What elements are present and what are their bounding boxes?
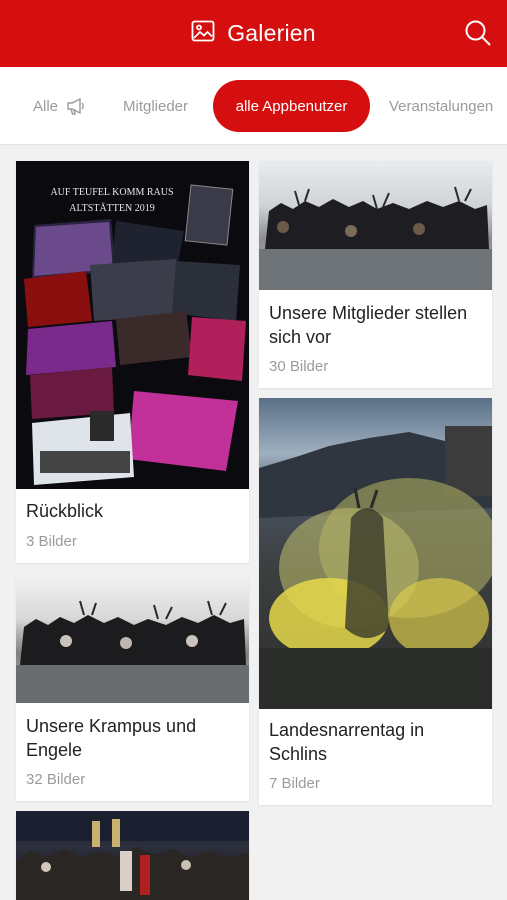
gallery-card[interactable]: Landesnarrentag in Schlins 7 Bilder <box>259 398 492 805</box>
gallery-title: Rückblick <box>26 501 104 521</box>
app-header: Galerien <box>0 0 507 67</box>
filter-tabs: Alle Mitglieder alle Appbenutzer Veranst… <box>0 67 507 145</box>
gallery-icon <box>191 20 215 47</box>
tab-label: Mitglieder <box>123 97 189 115</box>
tab-mitglieder[interactable]: Mitglieder <box>123 67 188 145</box>
gallery-cover-image <box>259 161 492 290</box>
gallery-image-count: 7 Bilder <box>269 775 320 792</box>
search-icon <box>465 20 491 46</box>
page-title: Galerien <box>227 20 316 46</box>
gallery-cover-image: AUF TEUFEL KOMM RAUS ALTSTÄTTEN 2019 <box>16 161 249 489</box>
gallery-cover-image <box>16 811 249 900</box>
gallery-image-count: 30 Bilder <box>269 358 329 375</box>
gallery-title: Unsere Krampus und Engele <box>26 716 197 760</box>
gallery-title: Unsere Mitglieder stellen sich vor <box>269 303 468 347</box>
tab-label: alle Appbenutzer <box>235 97 348 115</box>
gallery-card[interactable]: AUF TEUFEL KOMM RAUS ALTSTÄTTEN 2019 Rüc… <box>16 161 249 563</box>
gallery-cover-image <box>16 573 249 703</box>
gallery-title: Landesnarrentag in Schlins <box>269 720 425 764</box>
tab-label: Alle <box>33 97 59 115</box>
search-button[interactable] <box>463 18 493 48</box>
cover-caption: AUF TEUFEL KOMM RAUS <box>50 187 173 198</box>
tab-alle-appbenutzer[interactable]: alle Appbenutzer <box>213 80 370 132</box>
gallery-card[interactable]: Unsere Krampus und Engele 32 Bilder <box>16 573 249 801</box>
tab-label: Veranstalungen <box>389 97 494 115</box>
tab-alle[interactable]: Alle <box>33 67 86 145</box>
gallery-card[interactable]: Unsere Mitglieder stellen sich vor 30 Bi… <box>259 161 492 388</box>
gallery-image-count: 3 Bilder <box>26 533 77 550</box>
gallery-card[interactable] <box>16 811 249 900</box>
cover-caption: ALTSTÄTTEN 2019 <box>69 202 154 214</box>
gallery-image-count: 32 Bilder <box>26 771 86 788</box>
megaphone-icon <box>67 97 84 115</box>
tab-veranstalungen[interactable]: Veranstalungen <box>389 67 493 145</box>
header-title-group: Galerien <box>0 0 507 67</box>
gallery-cover-image <box>259 398 492 709</box>
